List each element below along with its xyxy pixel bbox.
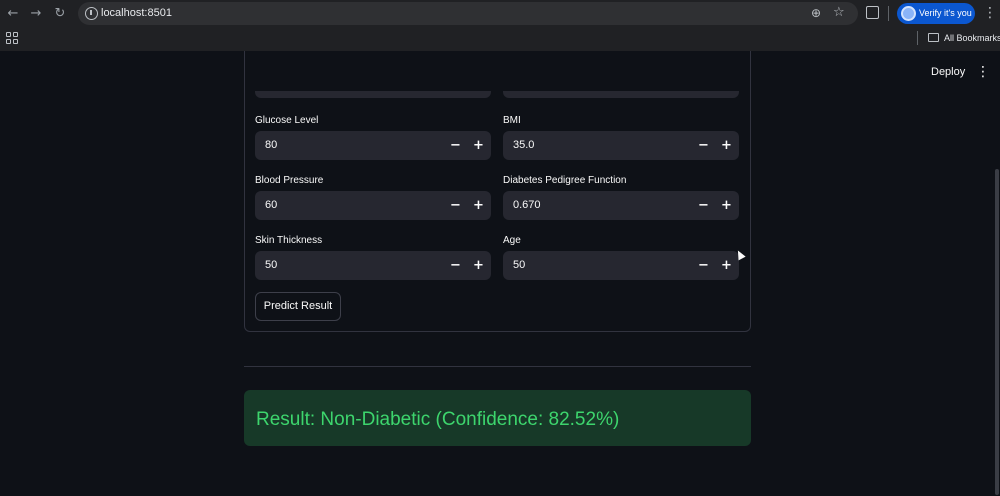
decrement-button[interactable]: −	[444, 131, 467, 160]
browser-chrome: ← → ↻ localhost:8501 ⊕ ☆ Verify it's you…	[0, 0, 1000, 51]
pedigree-value[interactable]: 0.670	[513, 199, 541, 211]
bmi-label: BMI	[503, 115, 521, 126]
glucose-label: Glucose Level	[255, 115, 319, 126]
pedigree-label: Diabetes Pedigree Function	[503, 175, 627, 186]
increment-button[interactable]: +	[715, 191, 738, 220]
deploy-button[interactable]: Deploy	[931, 66, 965, 78]
extensions-icon[interactable]	[866, 6, 879, 19]
skin-thickness-value[interactable]: 50	[265, 259, 277, 271]
number-input-partial[interactable]	[503, 91, 739, 98]
folder-icon[interactable]	[928, 33, 939, 42]
skin-thickness-label: Skin Thickness	[255, 235, 323, 246]
site-info-icon[interactable]	[85, 7, 98, 20]
bookmarks-divider	[917, 31, 918, 45]
decrement-button[interactable]: −	[692, 131, 715, 160]
decrement-button[interactable]: −	[692, 251, 715, 280]
increment-button[interactable]: +	[715, 251, 738, 280]
zoom-icon[interactable]: ⊕	[811, 6, 821, 20]
age-label: Age	[503, 235, 521, 246]
increment-button[interactable]: +	[467, 131, 490, 160]
glucose-input[interactable]: 80 − +	[255, 131, 491, 160]
address-bar[interactable]: localhost:8501 ⊕ ☆	[78, 2, 858, 25]
forward-icon[interactable]: →	[27, 5, 45, 23]
divider	[244, 366, 751, 367]
star-icon[interactable]: ☆	[833, 5, 845, 20]
increment-button[interactable]: +	[467, 251, 490, 280]
app-main: Deploy ⋮ Glucose Level 80 − + BMI 35.0 −…	[0, 51, 1000, 496]
verify-label: Verify it's you	[919, 8, 972, 18]
bmi-input[interactable]: 35.0 − +	[503, 131, 739, 160]
avatar	[901, 6, 916, 21]
bmi-value[interactable]: 35.0	[513, 139, 534, 151]
browser-toolbar: ← → ↻ localhost:8501 ⊕ ☆ Verify it's you…	[0, 0, 1000, 27]
increment-button[interactable]: +	[715, 131, 738, 160]
predict-result-button[interactable]: Predict Result	[255, 292, 341, 321]
blood-pressure-label: Blood Pressure	[255, 175, 324, 186]
scrollbar[interactable]	[995, 169, 999, 495]
kebab-menu-icon[interactable]: ⋮	[983, 5, 997, 21]
app-menu-icon[interactable]: ⋮	[976, 64, 990, 80]
increment-button[interactable]: +	[467, 191, 490, 220]
result-alert: Result: Non-Diabetic (Confidence: 82.52%…	[244, 390, 751, 446]
number-input-partial[interactable]	[255, 91, 491, 98]
decrement-button[interactable]: −	[692, 191, 715, 220]
blood-pressure-input[interactable]: 60 − +	[255, 191, 491, 220]
age-value[interactable]: 50	[513, 259, 525, 271]
age-input[interactable]: 50 − +	[503, 251, 739, 280]
url-text: localhost:8501	[101, 7, 172, 19]
blood-pressure-value[interactable]: 60	[265, 199, 277, 211]
bookmarks-bar: All Bookmarks	[0, 27, 1000, 51]
decrement-button[interactable]: −	[444, 251, 467, 280]
result-text: Result: Non-Diabetic (Confidence: 82.52%…	[256, 409, 620, 430]
apps-grid-icon[interactable]	[6, 32, 18, 44]
profile-verify-button[interactable]: Verify it's you	[897, 3, 975, 24]
back-icon[interactable]: ←	[4, 5, 22, 23]
decrement-button[interactable]: −	[444, 191, 467, 220]
all-bookmarks-link[interactable]: All Bookmarks	[944, 33, 1000, 43]
skin-thickness-input[interactable]: 50 − +	[255, 251, 491, 280]
reload-icon[interactable]: ↻	[51, 5, 69, 23]
toolbar-divider	[888, 6, 889, 21]
glucose-value[interactable]: 80	[265, 139, 277, 151]
pedigree-input[interactable]: 0.670 − +	[503, 191, 739, 220]
